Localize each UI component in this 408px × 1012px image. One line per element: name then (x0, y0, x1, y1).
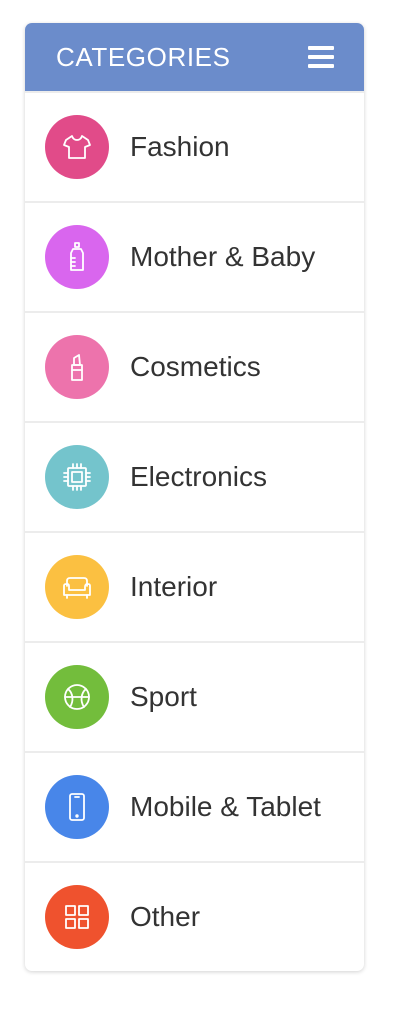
hamburger-menu-icon[interactable] (308, 46, 334, 68)
category-item-electronics[interactable]: Electronics (25, 421, 364, 531)
ball-icon (45, 665, 109, 729)
categories-header: CATEGORIES (25, 23, 364, 91)
sofa-icon (45, 555, 109, 619)
category-label: Mobile & Tablet (130, 791, 321, 822)
category-label: Sport (130, 681, 197, 712)
category-label: Electronics (130, 461, 267, 492)
lipstick-icon (45, 335, 109, 399)
category-item-interior[interactable]: Interior (25, 531, 364, 641)
categories-panel: CATEGORIES Fashion Mother & Baby Cosmeti… (25, 23, 364, 971)
grid-icon (45, 885, 109, 949)
category-label: Cosmetics (130, 351, 261, 382)
category-item-other[interactable]: Other (25, 861, 364, 971)
category-item-sport[interactable]: Sport (25, 641, 364, 751)
category-item-fashion[interactable]: Fashion (25, 91, 364, 201)
category-item-mobile-tablet[interactable]: Mobile & Tablet (25, 751, 364, 861)
category-label: Interior (130, 571, 218, 602)
tshirt-icon (45, 115, 109, 179)
header-title: CATEGORIES (56, 41, 231, 72)
category-item-mother-baby[interactable]: Mother & Baby (25, 201, 364, 311)
category-label: Mother & Baby (130, 241, 316, 272)
chip-icon (45, 445, 109, 509)
category-label: Fashion (130, 131, 230, 162)
baby-bottle-icon (45, 225, 109, 289)
category-label: Other (130, 901, 201, 932)
category-item-cosmetics[interactable]: Cosmetics (25, 311, 364, 421)
smartphone-icon (45, 775, 109, 839)
